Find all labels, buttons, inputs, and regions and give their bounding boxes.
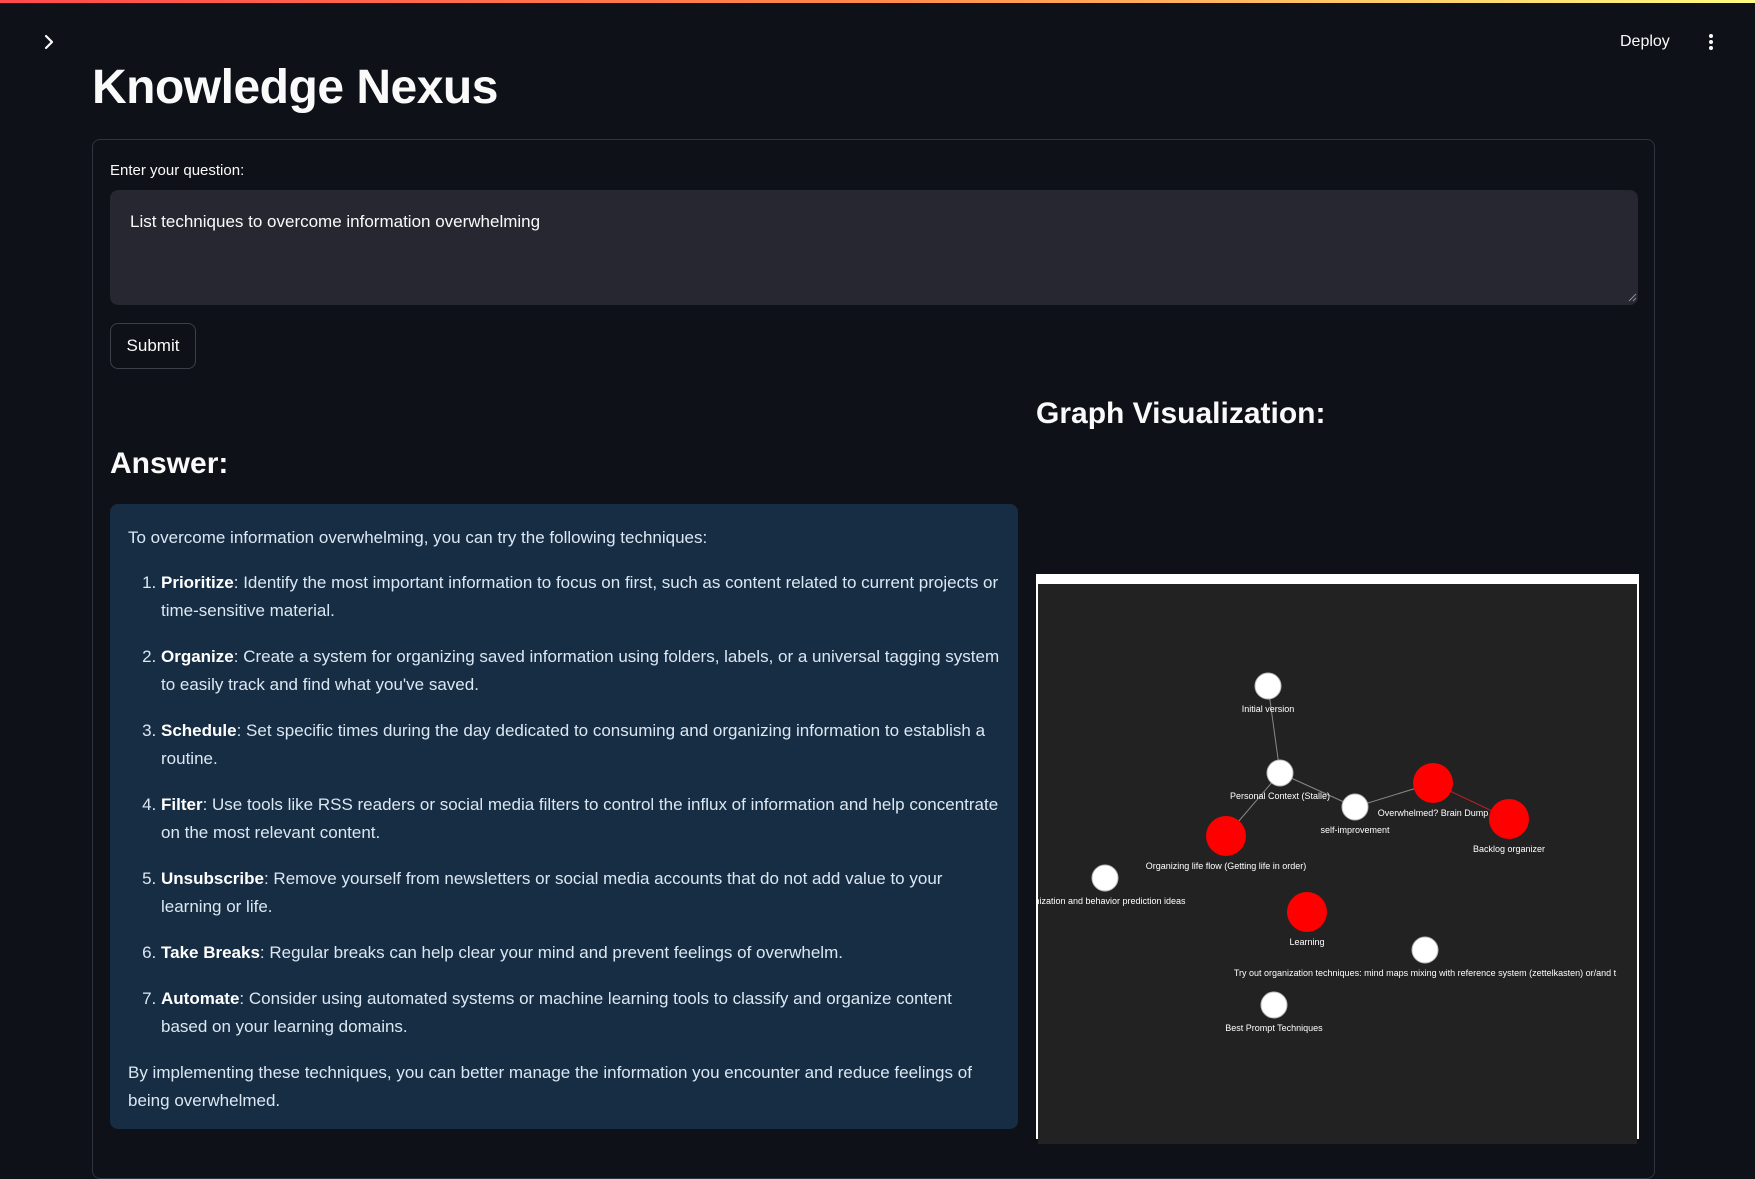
graph-node[interactable] xyxy=(1206,816,1246,856)
sidebar-expand-button[interactable] xyxy=(34,28,64,56)
technique-text: : Create a system for organizing saved i… xyxy=(161,647,1000,694)
technique-title: Filter xyxy=(161,795,203,814)
graph-node-label: Personal Context (Stalle) xyxy=(1230,791,1330,801)
knowledge-graph-canvas[interactable]: Initial version Personal Context (Stalle)… xyxy=(1038,584,1637,1144)
technique-text: : Set specific times during the day dedi… xyxy=(161,721,986,768)
graph-node-label: Try out organization techniques: mind ma… xyxy=(1234,968,1617,978)
list-item: Schedule: Set specific times during the … xyxy=(161,717,1000,773)
graph-node[interactable] xyxy=(1287,892,1327,932)
technique-title: Automate xyxy=(161,989,240,1008)
chevron-right-icon xyxy=(44,34,54,50)
list-item: Filter: Use tools like RSS readers or so… xyxy=(161,791,1000,847)
graph-node[interactable] xyxy=(1260,991,1288,1019)
graph-node-label: Backlog organizer xyxy=(1473,844,1545,854)
technique-text: : Remove yourself from newsletters or so… xyxy=(161,869,943,916)
list-item: Unsubscribe: Remove yourself from newsle… xyxy=(161,865,1000,921)
resize-grip-icon[interactable] xyxy=(1628,293,1637,302)
technique-text: : Consider using automated systems or ma… xyxy=(161,989,952,1036)
question-label: Enter your question: xyxy=(110,162,245,179)
graph-node-label: Initial version xyxy=(1242,704,1295,714)
list-item: Automate: Consider using automated syste… xyxy=(161,985,1000,1041)
graph-node[interactable] xyxy=(1413,763,1453,803)
technique-title: Prioritize xyxy=(161,573,234,592)
technique-text: : Regular breaks can help clear your min… xyxy=(259,943,843,962)
answer-intro: To overcome information overwhelming, yo… xyxy=(128,528,708,547)
graph-node-label: Best Prompt Techniques xyxy=(1225,1023,1323,1033)
list-item: Prioritize: Identify the most important … xyxy=(161,569,1000,625)
question-input[interactable]: List techniques to overcome information … xyxy=(110,190,1638,305)
list-item: Take Breaks: Regular breaks can help cle… xyxy=(161,939,1000,967)
answer-outro: By implementing these techniques, you ca… xyxy=(128,1063,972,1110)
technique-title: Unsubscribe xyxy=(161,869,264,888)
graph-node-label: ganization and behavior prediction ideas xyxy=(1038,896,1186,906)
graph-node[interactable] xyxy=(1341,793,1369,821)
technique-text: : Use tools like RSS readers or social m… xyxy=(161,795,999,842)
graph-node[interactable] xyxy=(1091,864,1119,892)
answer-heading: Answer: xyxy=(110,447,229,480)
list-item: Organize: Create a system for organizing… xyxy=(161,643,1000,699)
top-decoration-bar xyxy=(0,0,1755,3)
page-title: Knowledge Nexus xyxy=(92,61,498,114)
graph-node[interactable] xyxy=(1489,799,1529,839)
technique-text: : Identify the most important informatio… xyxy=(161,573,999,620)
graph-frame: Initial version Personal Context (Stalle)… xyxy=(1036,574,1639,1144)
technique-title: Schedule xyxy=(161,721,237,740)
graph-node-label: Learning xyxy=(1289,937,1324,947)
graph-node[interactable] xyxy=(1266,759,1294,787)
answer-box: To overcome information overwhelming, yo… xyxy=(110,504,1018,1129)
graph-node[interactable] xyxy=(1411,936,1439,964)
graph-node-label: self-improvement xyxy=(1320,825,1390,835)
technique-list: Prioritize: Identify the most important … xyxy=(128,569,1000,1041)
main-menu-button[interactable] xyxy=(1700,28,1722,56)
graph-node-label: Overwhelmed? Brain Dump xyxy=(1378,808,1489,818)
technique-title: Organize xyxy=(161,647,234,666)
technique-title: Take Breaks xyxy=(161,943,260,962)
submit-button[interactable]: Submit xyxy=(110,323,196,369)
graph-node-label: Organizing life flow (Getting life in or… xyxy=(1146,861,1307,871)
more-vertical-icon xyxy=(1709,34,1713,50)
graph-node[interactable] xyxy=(1254,672,1282,700)
graph-heading: Graph Visualization: xyxy=(1036,397,1326,430)
deploy-button[interactable]: Deploy xyxy=(1620,28,1670,56)
